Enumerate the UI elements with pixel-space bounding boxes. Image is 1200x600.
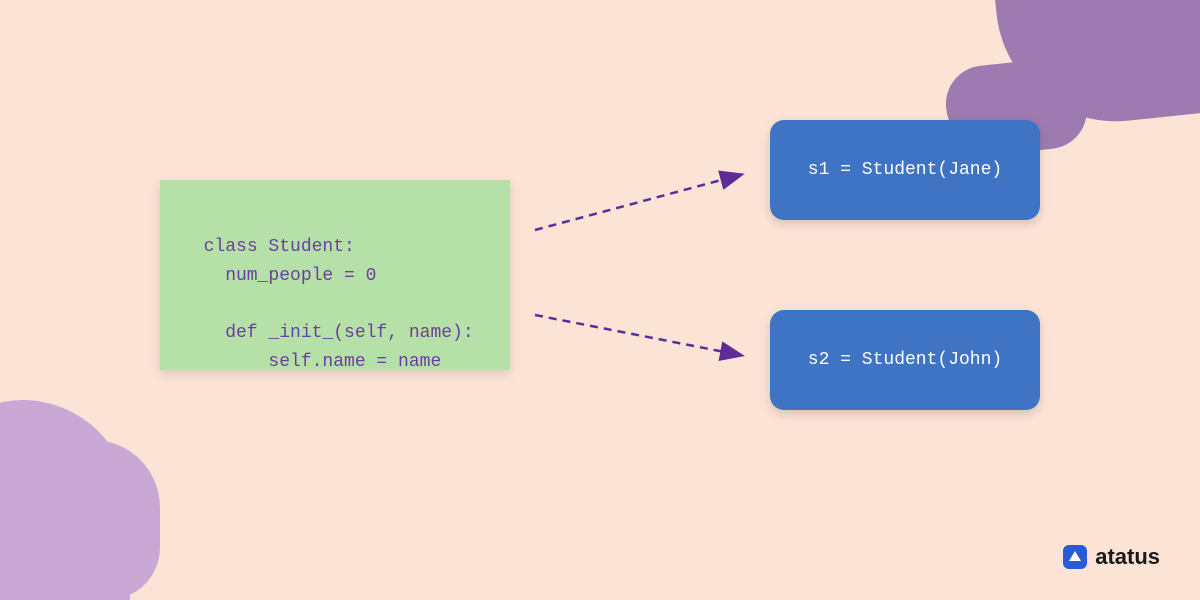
class-code-text: class Student: num_people = 0 def _init_… xyxy=(182,237,474,372)
instance-box-s2: s2 = Student(John) xyxy=(770,310,1040,410)
brand-name-text: atatus xyxy=(1095,544,1160,570)
brand-logo-icon xyxy=(1063,545,1087,569)
decor-blob-top-right xyxy=(992,0,1200,133)
instance-s2-text: s2 = Student(John) xyxy=(808,350,1002,370)
decor-blob-bottom-left xyxy=(0,400,130,600)
arrow-to-s2 xyxy=(535,315,740,355)
instance-s1-text: s1 = Student(Jane) xyxy=(808,160,1002,180)
arrow-to-s1 xyxy=(535,175,740,230)
instance-box-s1: s1 = Student(Jane) xyxy=(770,120,1040,220)
brand-logo: atatus xyxy=(1063,544,1160,570)
class-definition-box: class Student: num_people = 0 def _init_… xyxy=(160,180,510,370)
